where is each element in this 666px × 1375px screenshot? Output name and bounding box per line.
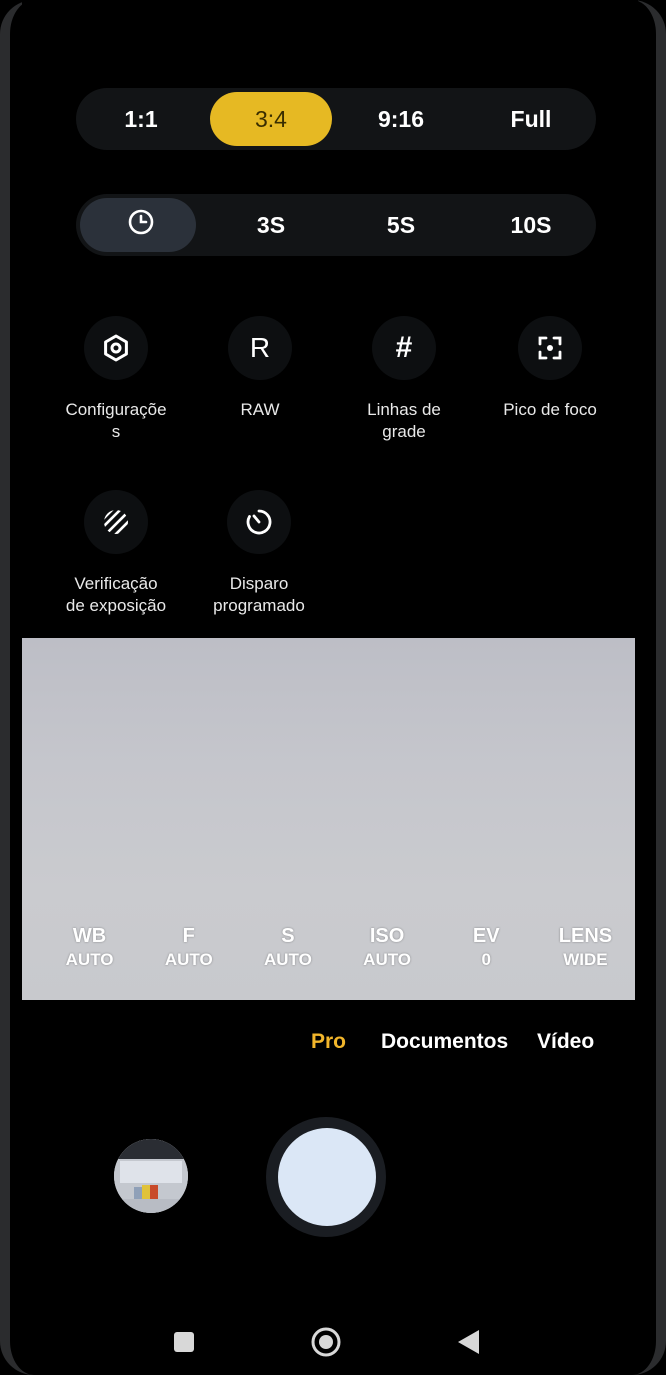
mode-video[interactable]: Vídeo: [537, 1030, 594, 1054]
zebra-stripes-icon: [84, 490, 148, 554]
timer-selector: 3S 5S 10S: [76, 194, 596, 256]
mode-documentos[interactable]: Documentos: [381, 1030, 508, 1054]
grid-hash-icon: #: [372, 316, 436, 380]
scheduled-shot-tile[interactable]: Disparo programado: [189, 490, 329, 617]
focus-peaking-icon: [518, 316, 582, 380]
ratio-option-9-16[interactable]: 9:16: [336, 88, 466, 150]
home-circle-icon[interactable]: [310, 1326, 342, 1363]
raw-tile[interactable]: R RAW: [190, 316, 330, 421]
gear-icon: [84, 316, 148, 380]
timer-option-3s[interactable]: 3S: [206, 194, 336, 256]
timer-option-10s[interactable]: 10S: [466, 194, 596, 256]
exposure-check-tile[interactable]: Verificação de exposição: [46, 490, 186, 617]
ev-control[interactable]: EV 0: [437, 924, 536, 972]
shutter-button[interactable]: [278, 1128, 376, 1226]
pro-controls-row: WB AUTO F AUTO S AUTO ISO AUTO EV 0 LENS WIDE: [40, 924, 635, 972]
focus-peaking-tile[interactable]: Pico de foco: [480, 316, 620, 421]
back-triangle-icon[interactable]: [455, 1328, 481, 1361]
ratio-option-1-1[interactable]: 1:1: [76, 88, 206, 150]
timer-option-off[interactable]: [76, 194, 206, 256]
aperture-control[interactable]: F AUTO: [139, 924, 238, 972]
ratio-option-full[interactable]: Full: [466, 88, 596, 150]
shutter-speed-control[interactable]: S AUTO: [238, 924, 337, 972]
aspect-ratio-selector: 1:1 3:4 9:16 Full: [76, 88, 596, 150]
raw-r-icon: R: [228, 316, 292, 380]
interval-timer-icon: [227, 490, 291, 554]
lens-control[interactable]: LENS WIDE: [536, 924, 635, 972]
system-nav-bar: [0, 1320, 666, 1364]
mode-selector: Pro Documentos Vídeo: [0, 1030, 666, 1064]
timer-option-5s[interactable]: 5S: [336, 194, 466, 256]
mode-pro[interactable]: Pro: [311, 1030, 346, 1054]
clock-icon: [127, 208, 155, 242]
settings-tile[interactable]: Configuraçõe s: [46, 316, 186, 443]
ratio-option-3-4[interactable]: 3:4: [206, 88, 336, 150]
wb-control[interactable]: WB AUTO: [40, 924, 139, 972]
recents-square-icon[interactable]: [173, 1331, 195, 1358]
grid-lines-tile[interactable]: # Linhas de grade: [334, 316, 474, 443]
gallery-thumbnail[interactable]: [114, 1139, 188, 1213]
iso-control[interactable]: ISO AUTO: [338, 924, 437, 972]
